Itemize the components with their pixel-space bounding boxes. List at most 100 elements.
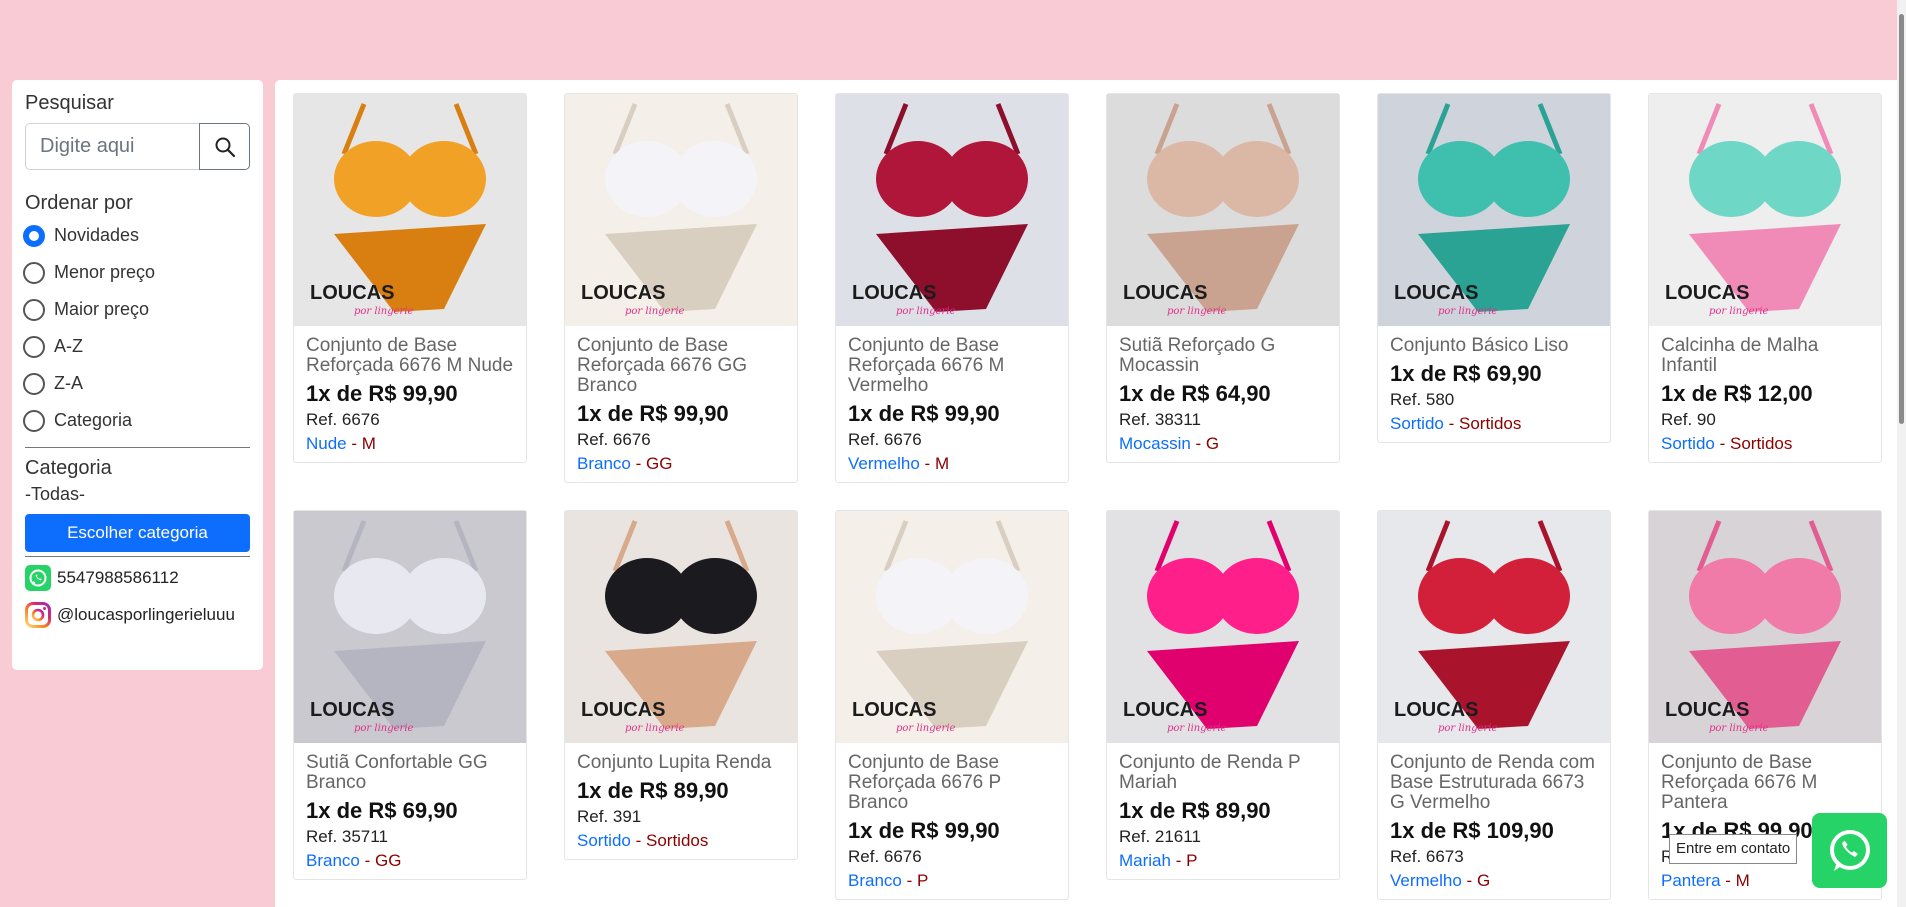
product-title[interactable]: Conjunto de Base Reforçada 6676 M Vermel… (848, 336, 1056, 396)
product-image[interactable]: LOUCAS por lingerie (1378, 511, 1610, 743)
product-card[interactable]: LOUCAS por lingerie Sutiã Reforçado G Moca… (1106, 93, 1340, 463)
search-button[interactable] (199, 123, 250, 170)
product-ref: Ref. 90 (1661, 410, 1716, 429)
product-color-tag[interactable]: Sortido (1661, 434, 1715, 453)
sort-option-categoria[interactable]: Categoria (23, 402, 250, 439)
product-info: Conjunto de Base Reforçada 6676 M Vermel… (836, 326, 1068, 482)
product-card[interactable]: LOUCAS por lingerie Conjunto de Base Refor… (293, 93, 527, 463)
sort-option-novidades[interactable]: Novidades (23, 217, 250, 254)
sort-option-label: A-Z (54, 336, 83, 356)
svg-text:LOUCAS: LOUCAS (852, 699, 936, 721)
svg-text:por lingerie: por lingerie (354, 306, 414, 317)
svg-text:por lingerie: por lingerie (1709, 306, 1769, 317)
product-ref: Ref. 6673 (1390, 847, 1464, 866)
product-image[interactable]: LOUCAS por lingerie (1378, 94, 1610, 326)
radio-icon[interactable] (23, 298, 45, 321)
product-color-tag[interactable]: Branco (848, 871, 902, 890)
product-title[interactable]: Sutiã Confortable GG Branco (306, 753, 514, 793)
product-title[interactable]: Conjunto de Base Reforçada 6676 P Branco (848, 753, 1056, 813)
product-card[interactable]: LOUCAS por lingerie Conjunto Lupita Renda 1… (564, 510, 798, 860)
radio-icon[interactable] (23, 409, 45, 432)
product-image[interactable]: LOUCAS por lingerie (294, 94, 526, 326)
product-card[interactable]: LOUCAS por lingerie Conjunto de Renda com … (1377, 510, 1611, 900)
product-title[interactable]: Conjunto de Base Reforçada 6676 M Nude (306, 336, 514, 376)
product-info: Conjunto Básico Liso 1x de R$ 69,90 Ref. 5… (1378, 326, 1610, 442)
product-image[interactable]: LOUCAS por lingerie (1649, 94, 1881, 326)
product-variant-tags: Sortido - Sortidos (1661, 432, 1869, 456)
product-title[interactable]: Calcinha de Malha Infantil (1661, 336, 1869, 376)
sort-option-label: Novidades (54, 225, 140, 245)
product-variant-tags: Nude - M (306, 432, 514, 456)
product-price: 1x de R$ 99,90 (577, 401, 729, 426)
product-variant-tags: Mocassin - G (1119, 432, 1327, 456)
product-image[interactable]: LOUCAS por lingerie (1649, 511, 1881, 743)
product-image[interactable]: LOUCAS por lingerie (1107, 94, 1339, 326)
product-image[interactable]: LOUCAS por lingerie (836, 94, 1068, 326)
radio-icon[interactable] (23, 335, 45, 358)
svg-text:LOUCAS: LOUCAS (1665, 282, 1749, 304)
product-image[interactable]: LOUCAS por lingerie (294, 511, 526, 743)
product-size-tag: GG (374, 851, 402, 870)
product-color-tag[interactable]: Branco (306, 851, 360, 870)
product-card[interactable]: LOUCAS por lingerie Conjunto de Renda P Ma… (1106, 510, 1340, 880)
product-info: Calcinha de Malha Infantil 1x de R$ 12,00… (1649, 326, 1881, 462)
product-title[interactable]: Conjunto de Renda com Base Estruturada 6… (1390, 753, 1598, 813)
product-title[interactable]: Conjunto Básico Liso (1390, 336, 1598, 356)
product-color-tag[interactable]: Nude (306, 434, 347, 453)
product-image[interactable]: LOUCAS por lingerie (565, 511, 797, 743)
product-color-tag[interactable]: Vermelho (848, 454, 920, 473)
product-image[interactable]: LOUCAS por lingerie (836, 511, 1068, 743)
product-card[interactable]: LOUCAS por lingerie Sutiã Confortable GG B… (293, 510, 527, 880)
tag-separator: - (1190, 434, 1206, 453)
product-title[interactable]: Conjunto de Base Reforçada 6676 M Panter… (1661, 753, 1869, 813)
product-title[interactable]: Conjunto de Renda P Mariah (1119, 753, 1327, 793)
product-color-tag[interactable]: Mariah (1119, 851, 1171, 870)
radio-icon[interactable] (23, 261, 45, 284)
scrollbar-thumb[interactable] (1899, 14, 1904, 424)
product-color-tag[interactable]: Mocassin (1119, 434, 1191, 453)
instagram-contact[interactable]: @loucasporlingerieluuu (25, 596, 250, 633)
product-card[interactable]: LOUCAS por lingerie Conjunto de Base Refor… (564, 93, 798, 483)
sort-option-a-z[interactable]: A-Z (23, 328, 250, 365)
product-size-tag: G (1476, 871, 1491, 890)
tag-separator: - (1720, 871, 1736, 890)
product-color-tag[interactable]: Pantera (1661, 871, 1721, 890)
svg-text:LOUCAS: LOUCAS (1394, 282, 1478, 304)
product-price: 1x de R$ 109,90 (1390, 818, 1554, 843)
radio-checked-icon[interactable] (23, 224, 45, 247)
product-ref: Ref. 6676 (848, 430, 922, 449)
search-input[interactable] (25, 123, 199, 170)
page-scrollbar[interactable] (1897, 0, 1906, 907)
tag-separator: - (630, 831, 646, 850)
product-image[interactable]: LOUCAS por lingerie (1107, 511, 1339, 743)
sort-option-z-a[interactable]: Z-A (23, 365, 250, 402)
product-color-tag[interactable]: Vermelho (1390, 871, 1462, 890)
product-color-tag[interactable]: Sortido (1390, 414, 1444, 433)
product-card[interactable]: LOUCAS por lingerie Conjunto Básico Liso 1x… (1377, 93, 1611, 443)
product-card[interactable]: LOUCAS por lingerie Conjunto de Base Refor… (835, 93, 1069, 483)
product-title[interactable]: Conjunto Lupita Renda (577, 753, 785, 773)
product-variant-tags: Mariah - P (1119, 849, 1327, 873)
product-price: 1x de R$ 12,00 (1661, 381, 1813, 406)
sort-option-label: Z-A (54, 373, 83, 393)
product-card[interactable]: LOUCAS por lingerie Calcinha de Malha Infa… (1648, 93, 1882, 463)
sort-option-maior-preco[interactable]: Maior preço (23, 291, 250, 328)
svg-text:LOUCAS: LOUCAS (1394, 699, 1478, 721)
sort-option-menor-preco[interactable]: Menor preço (23, 254, 250, 291)
tag-separator: - (919, 454, 935, 473)
choose-category-button[interactable]: Escolher categoria (25, 514, 250, 552)
product-title[interactable]: Sutiã Reforçado G Mocassin (1119, 336, 1327, 376)
product-card[interactable]: LOUCAS por lingerie Conjunto de Base Refor… (835, 510, 1069, 900)
radio-icon[interactable] (23, 372, 45, 395)
product-color-tag[interactable]: Sortido (577, 831, 631, 850)
product-price: 1x de R$ 99,90 (306, 381, 458, 406)
product-color-tag[interactable]: Branco (577, 454, 631, 473)
whatsapp-contact[interactable]: 5547988586112 (25, 559, 250, 596)
product-ref: Ref. 38311 (1119, 410, 1201, 429)
product-price: 1x de R$ 99,90 (848, 401, 1000, 426)
svg-text:por lingerie: por lingerie (1709, 723, 1769, 734)
tag-separator: - (630, 454, 646, 473)
product-title[interactable]: Conjunto de Base Reforçada 6676 GG Branc… (577, 336, 785, 396)
whatsapp-floating-button[interactable] (1812, 813, 1887, 888)
product-image[interactable]: LOUCAS por lingerie (565, 94, 797, 326)
